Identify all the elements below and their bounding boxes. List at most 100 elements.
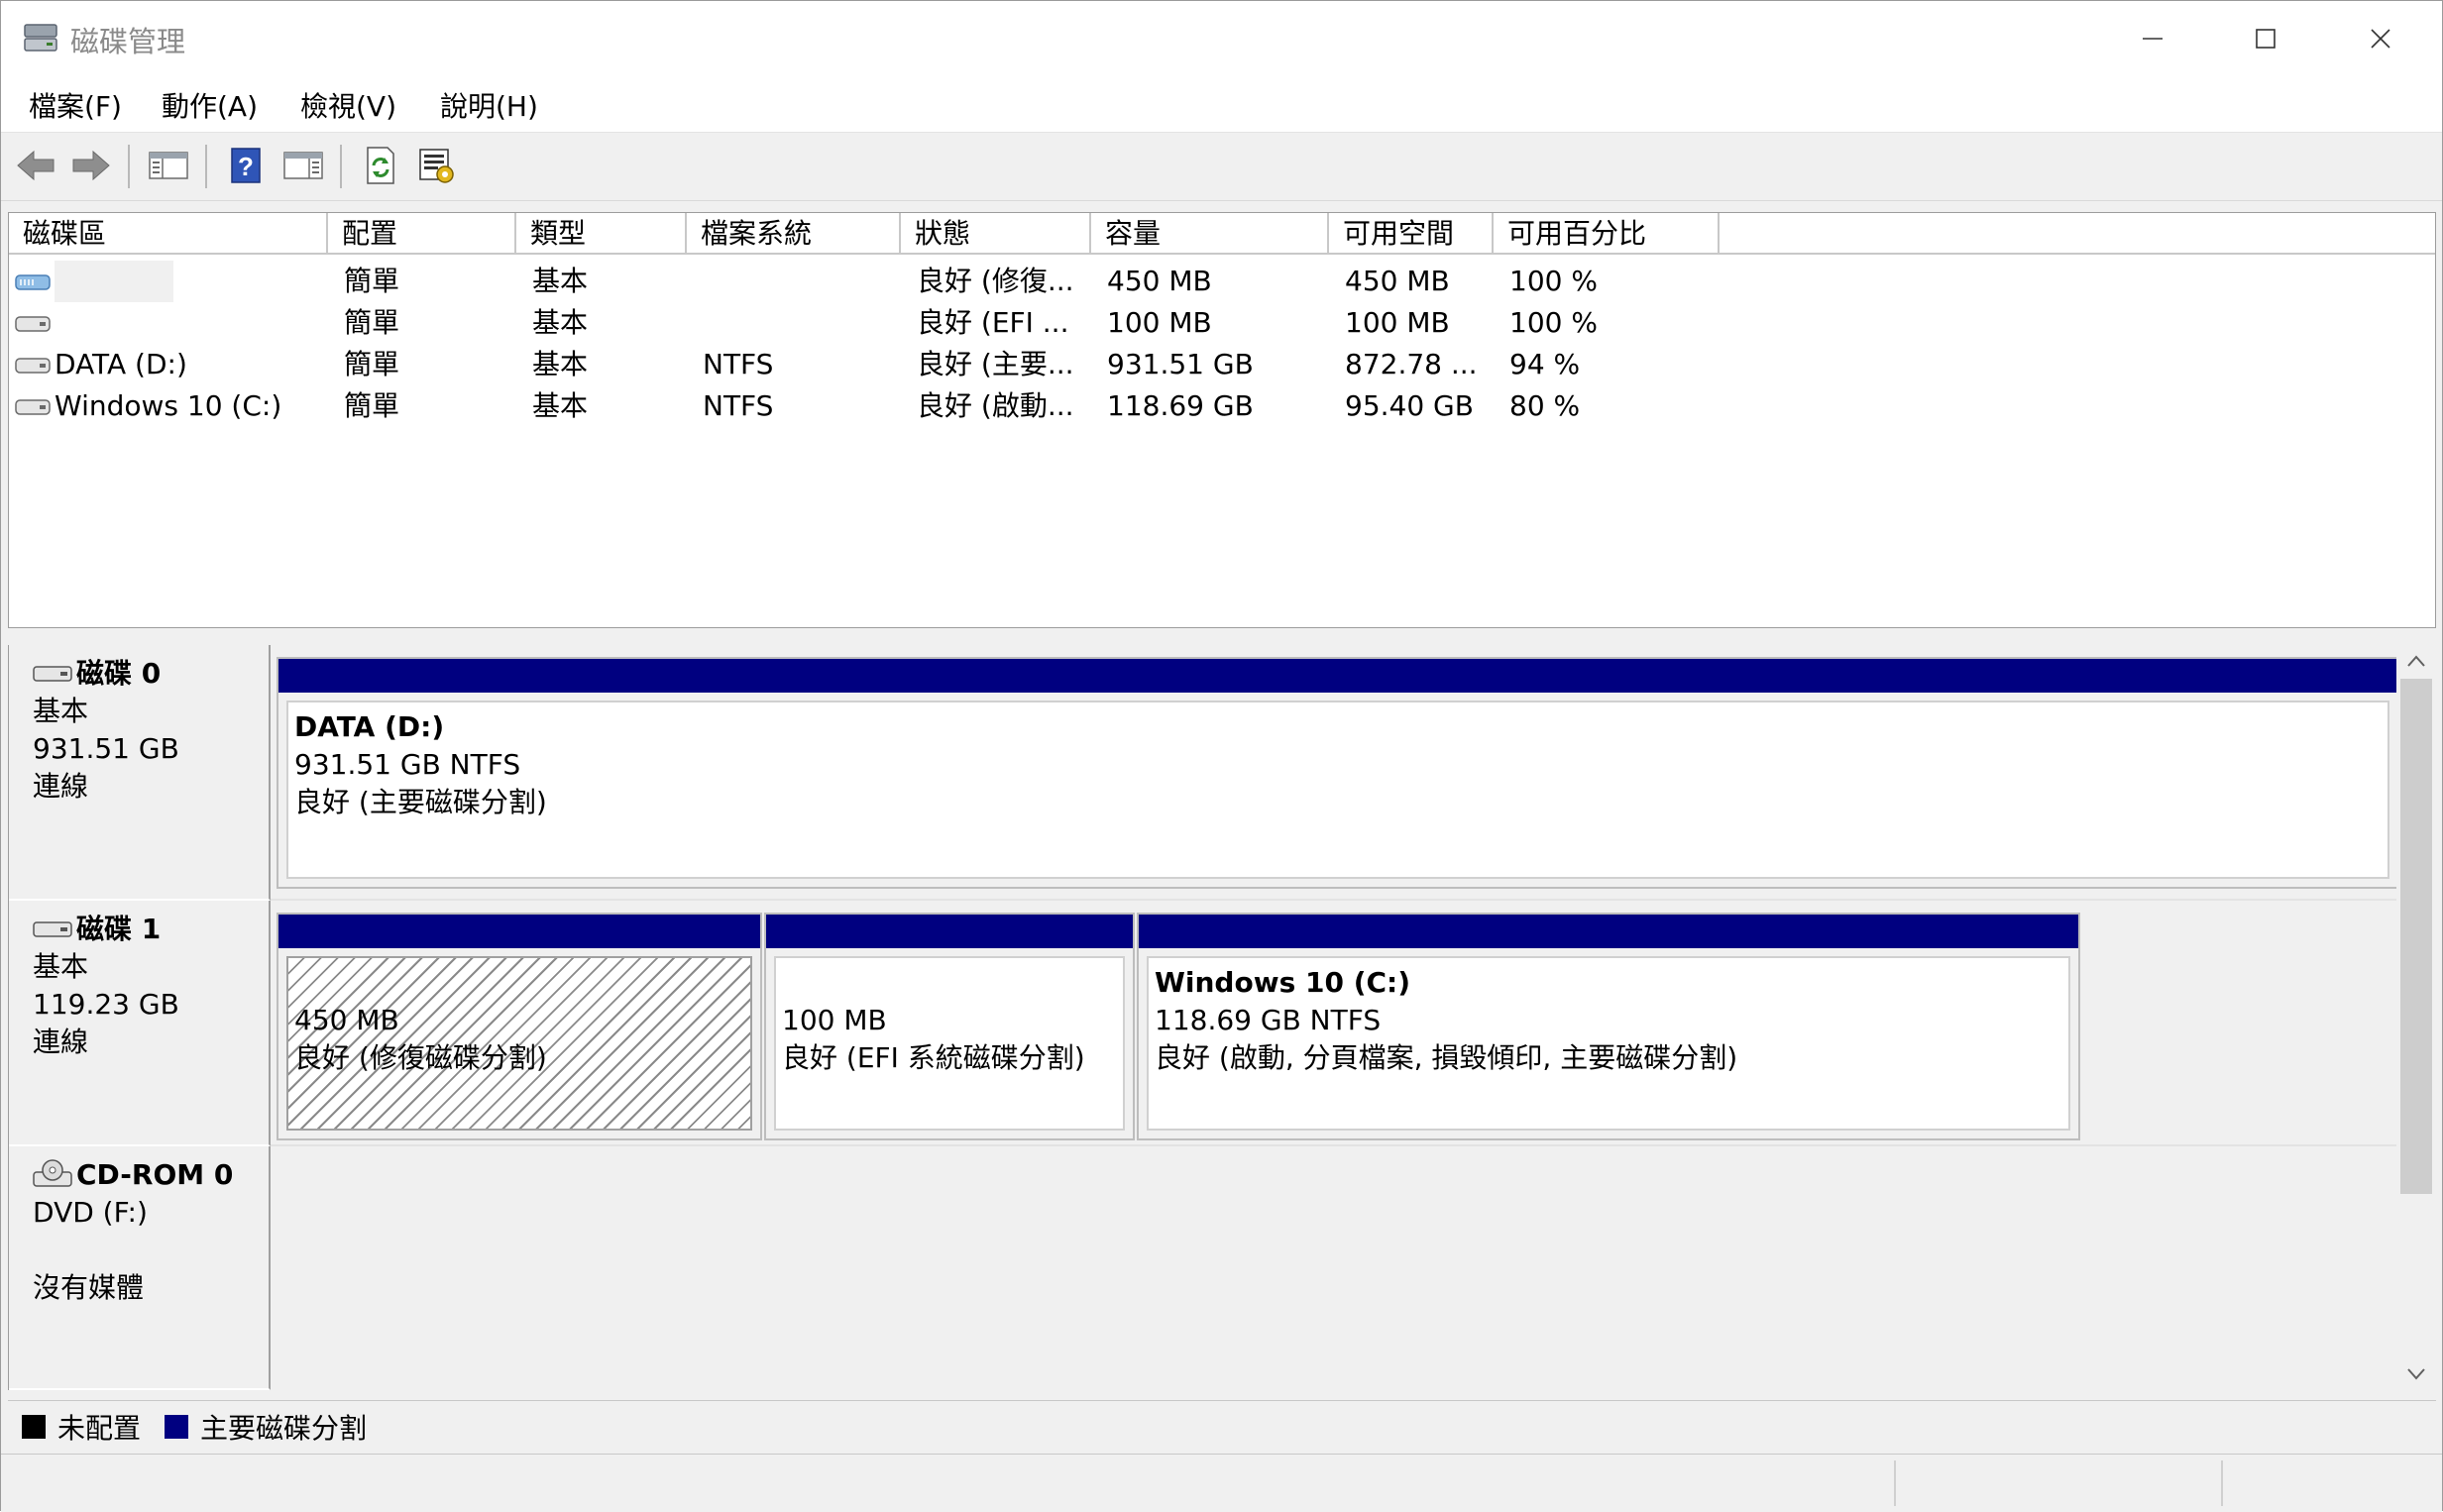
minimize-button[interactable]: [2096, 1, 2209, 76]
disk-management-window: 磁碟管理 檔案(F) 動作(A) 檢視(V) 說明(H) ? 磁碟區 配置 類型…: [0, 0, 2443, 1512]
partition-size: 450 MB: [294, 1004, 399, 1036]
primary-partition-bar: [278, 915, 760, 948]
table-row[interactable]: 簡單 基本 良好 (修復... 450 MB 450 MB 100 %: [9, 261, 2435, 302]
column-header-percent-free[interactable]: 可用百分比: [1494, 213, 1720, 255]
status-pane: [1894, 1460, 2223, 1506]
disk-state: 沒有媒體: [33, 1271, 145, 1304]
partition-info: 450 MB 良好 (修復磁碟分割): [286, 956, 752, 1131]
layout-cell: 簡單: [344, 306, 400, 339]
show-hide-console-tree-button[interactable]: [146, 143, 191, 188]
drive-icon: [15, 399, 51, 415]
status-cell: 良好 (EFI ...: [917, 306, 1069, 339]
column-header-status[interactable]: 狀態: [901, 213, 1091, 255]
capacity-cell: 100 MB: [1107, 306, 1212, 339]
refresh-button[interactable]: [358, 143, 403, 188]
type-cell: 基本: [532, 265, 589, 297]
disk-state: 連線: [33, 770, 89, 803]
primary-partition-bar: [278, 659, 2397, 693]
partition-recovery[interactable]: 450 MB 良好 (修復磁碟分割): [277, 913, 762, 1140]
legend-primary: 主要磁碟分割: [165, 1407, 367, 1447]
legend-unallocated: 未配置: [22, 1407, 141, 1447]
partition-windows-c[interactable]: Windows 10 (C:) 118.69 GB NTFS 良好 (啟動, 分…: [1137, 913, 2080, 1140]
column-header-capacity[interactable]: 容量: [1091, 213, 1329, 255]
cd-rom-icon: [33, 1159, 72, 1187]
legend-swatch-unallocated: [22, 1415, 46, 1439]
disk-state: 連線: [33, 1026, 89, 1058]
disk-size: 119.23 GB: [33, 988, 179, 1021]
volume-name: Windows 10 (C:): [55, 389, 282, 422]
toolbar-separator: [128, 145, 130, 188]
disk-label[interactable]: CD-ROM 0 DVD (F:) 沒有媒體: [9, 1146, 271, 1390]
vertical-scrollbar[interactable]: [2396, 645, 2436, 1390]
status-cell: 良好 (修復...: [917, 265, 1074, 297]
layout-cell: 簡單: [344, 348, 400, 380]
disk-label[interactable]: 磁碟 1 基本 119.23 GB 連線: [9, 901, 271, 1146]
disk-partitions: DATA (D:) 931.51 GB NTFS 良好 (主要磁碟分割): [271, 645, 2405, 901]
drive-icon: [15, 316, 51, 332]
partition-title: DATA (D:): [294, 710, 445, 743]
column-header-free-space[interactable]: 可用空間: [1329, 213, 1494, 255]
column-header-filesystem[interactable]: 檔案系統: [687, 213, 901, 255]
svg-text:?: ?: [238, 152, 254, 181]
show-hide-console-tree-icon: [149, 152, 188, 179]
capacity-cell: 118.69 GB: [1107, 389, 1254, 422]
partition-status: 良好 (修復磁碟分割): [294, 1041, 547, 1074]
table-row[interactable]: 簡單 基本 良好 (EFI ... 100 MB 100 MB 100 %: [9, 302, 2435, 344]
partition-info: DATA (D:) 931.51 GB NTFS 良好 (主要磁碟分割): [286, 701, 2389, 879]
pane-splitter[interactable]: [1, 628, 2442, 644]
disk-icon: [33, 666, 72, 682]
forward-button[interactable]: [68, 143, 114, 188]
layout-cell: 簡單: [344, 265, 400, 297]
column-header-layout[interactable]: 配置: [328, 213, 516, 255]
partition-info: Windows 10 (C:) 118.69 GB NTFS 良好 (啟動, 分…: [1147, 956, 2070, 1131]
partition-title: [782, 964, 1117, 1002]
menu-help[interactable]: 說明(H): [440, 85, 538, 125]
disk-name: CD-ROM 0: [76, 1158, 234, 1191]
properties-icon: [419, 149, 454, 183]
close-icon: [2371, 29, 2390, 49]
type-cell: 基本: [532, 306, 589, 339]
menu-view[interactable]: 檢視(V): [300, 85, 396, 125]
show-hide-action-pane-button[interactable]: [280, 143, 326, 188]
status-cell: 良好 (啟動...: [917, 389, 1074, 422]
percent-free-cell: 80 %: [1509, 389, 1581, 422]
partition-efi[interactable]: 100 MB 良好 (EFI 系統磁碟分割): [764, 913, 1135, 1140]
back-button[interactable]: [13, 143, 58, 188]
scroll-up-button[interactable]: [2396, 645, 2436, 677]
scroll-down-button[interactable]: [2396, 1358, 2436, 1390]
column-header-type[interactable]: 類型: [516, 213, 687, 255]
back-icon: [17, 150, 55, 181]
chevron-down-icon: [2407, 1368, 2425, 1380]
free-space-cell: 100 MB: [1345, 306, 1450, 339]
menu-action[interactable]: 動作(A): [162, 85, 258, 125]
disk-type: 基本: [33, 695, 89, 727]
maximize-icon: [2256, 29, 2276, 49]
column-header-volume[interactable]: 磁碟區: [9, 213, 328, 255]
partition-status: 良好 (主要磁碟分割): [294, 786, 547, 818]
menu-file[interactable]: 檔案(F): [29, 85, 122, 125]
legend: 未配置 主要磁碟分割: [8, 1400, 2436, 1447]
properties-button[interactable]: [413, 143, 459, 188]
partition-size: 118.69 GB NTFS: [1155, 1004, 1382, 1036]
status-cell: 良好 (主要...: [917, 348, 1074, 380]
help-button[interactable]: ?: [223, 143, 269, 188]
table-row[interactable]: DATA (D:) 簡單 基本 NTFS 良好 (主要... 931.51 GB…: [9, 344, 2435, 385]
scrollbar-thumb[interactable]: [2400, 679, 2432, 1194]
disk-size: [33, 1232, 269, 1269]
partition-data-d[interactable]: DATA (D:) 931.51 GB NTFS 良好 (主要磁碟分割): [277, 657, 2399, 889]
drive-icon: [15, 358, 51, 374]
toolbar: ?: [1, 133, 2442, 201]
table-row[interactable]: Windows 10 (C:) 簡單 基本 NTFS 良好 (啟動... 118…: [9, 385, 2435, 427]
title-bar: 磁碟管理: [1, 1, 2442, 76]
close-button[interactable]: [2324, 1, 2437, 76]
disk-label[interactable]: 磁碟 0 基本 931.51 GB 連線: [9, 645, 271, 901]
forward-icon: [72, 150, 110, 181]
maximize-button[interactable]: [2209, 1, 2322, 76]
toolbar-separator: [340, 145, 342, 188]
status-pane: [2221, 1460, 2441, 1506]
disk-name: 磁碟 0: [76, 657, 162, 690]
percent-free-cell: 94 %: [1509, 348, 1581, 380]
free-space-cell: 872.78 ...: [1345, 348, 1478, 380]
partition-info: 100 MB 良好 (EFI 系統磁碟分割): [774, 956, 1125, 1131]
partition-size: 100 MB: [782, 1004, 887, 1036]
